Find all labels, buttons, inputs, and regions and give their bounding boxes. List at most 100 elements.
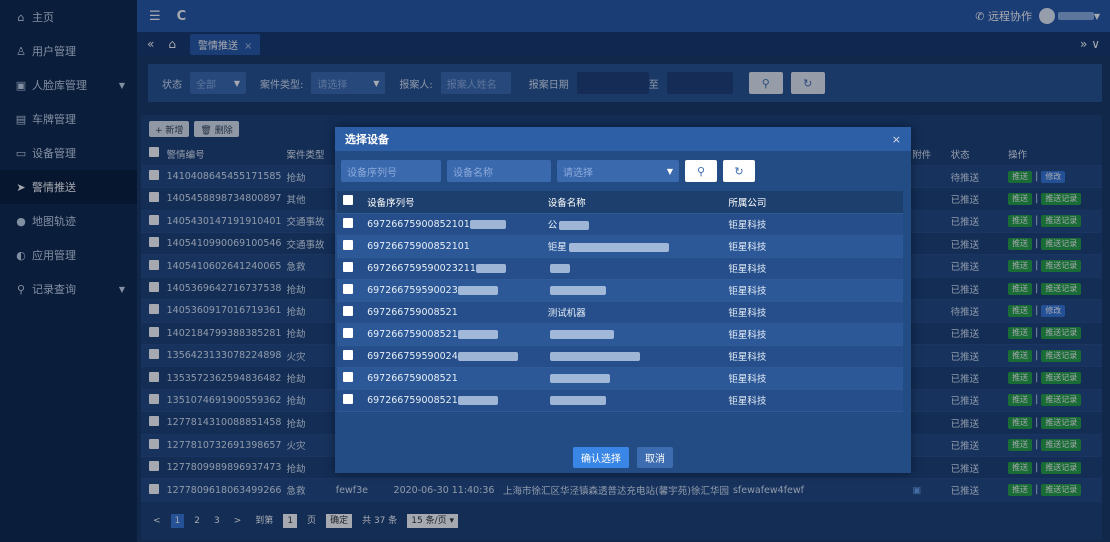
- redacted-text: [457, 329, 498, 339]
- dialog-title: 选择设备: [345, 133, 389, 146]
- checkbox[interactable]: [343, 283, 353, 294]
- checkbox[interactable]: [343, 305, 353, 316]
- device-name-cell: [541, 279, 723, 302]
- device-serial-cell: 697266759590024: [361, 345, 542, 368]
- device-name-cell: 钜星: [541, 235, 723, 258]
- redacted-text: [549, 351, 640, 361]
- checkbox[interactable]: [343, 239, 353, 250]
- device-name-cell: [541, 257, 723, 280]
- device-company-cell: 钜星科技: [722, 257, 903, 280]
- device-serial-cell: 697266759008521: [361, 323, 542, 346]
- checkbox[interactable]: [343, 393, 353, 404]
- cancel-button[interactable]: 取消: [637, 446, 673, 468]
- device-serial: 697266759008521: [367, 306, 458, 318]
- redacted-text: [457, 395, 498, 405]
- device-company-cell: 钜星科技: [722, 213, 903, 236]
- redacted-text: [559, 221, 590, 230]
- dialog-reset-button[interactable]: ↻: [723, 160, 755, 182]
- device-company-cell: 钜星科技: [722, 367, 903, 390]
- redacted-text: [457, 285, 498, 295]
- device-serial-cell: 697266759590023211: [361, 257, 542, 280]
- device-row[interactable]: 697266759008521 钜星科技: [337, 367, 903, 390]
- device-serial: 69726675900852101: [367, 218, 470, 230]
- device-serial-cell: 697266759008521: [361, 301, 542, 324]
- device-name-cell: [541, 367, 723, 390]
- device-serial: 697266759590023211: [367, 262, 476, 274]
- device-row[interactable]: 697266759008521 测试机器 钜星科技: [337, 301, 903, 324]
- device-serial: 697266759590024: [367, 350, 458, 362]
- redacted-text: [549, 329, 614, 339]
- redacted-text: [475, 263, 506, 273]
- device-name: 钜星: [547, 242, 567, 253]
- company-select[interactable]: 请选择 ▼: [557, 160, 679, 182]
- device-checkbox-cell[interactable]: [337, 213, 362, 236]
- checkbox[interactable]: [343, 327, 353, 338]
- device-name-cell: [541, 389, 723, 412]
- device-checkbox-cell[interactable]: [337, 389, 362, 412]
- chevron-down-icon: ▼: [666, 166, 673, 176]
- device-row[interactable]: 697266759008521 钜星科技: [337, 323, 903, 346]
- redacted-text: [549, 285, 606, 295]
- device-column-header: 设备序列号: [361, 191, 542, 214]
- device-serial-cell: 697266759008521: [361, 389, 542, 412]
- device-name-cell: [541, 345, 723, 368]
- device-column-header: 设备名称: [541, 191, 723, 214]
- device-serial: 697266759008521: [367, 372, 458, 384]
- device-serial: 697266759008521: [367, 328, 458, 340]
- device-row[interactable]: 69726675900852101 钜星 钜星科技: [337, 235, 903, 258]
- device-name-cell: 测试机器: [541, 301, 723, 324]
- company-select-value: 请选择: [563, 167, 593, 179]
- checkbox[interactable]: [343, 349, 353, 360]
- device-serial: 697266759590023: [367, 284, 458, 296]
- redacted-text: [457, 351, 518, 361]
- dialog-footer: 确认选择 取消: [335, 441, 911, 473]
- device-company-cell: 钜星科技: [722, 345, 903, 368]
- device-checkbox-cell[interactable]: [337, 367, 362, 390]
- select-device-dialog: 选择设备 × 设备序列号 设备名称 请选择 ▼ ⚲ ↻ 设备序列号 设备名称 所属公司…: [335, 127, 911, 473]
- serial-input[interactable]: 设备序列号: [341, 160, 441, 182]
- device-row[interactable]: 69726675900852101 公 钜星科技: [337, 213, 903, 236]
- device-company-cell: 钜星科技: [722, 389, 903, 412]
- device-company-cell: 钜星科技: [722, 301, 903, 324]
- device-checkbox-cell[interactable]: [337, 345, 362, 368]
- dialog-header: 选择设备 ×: [335, 127, 911, 151]
- device-name: 测试机器: [547, 308, 586, 319]
- device-checkbox-cell[interactable]: [337, 257, 362, 280]
- dialog-search-bar: 设备序列号 设备名称 请选择 ▼ ⚲ ↻: [335, 151, 911, 191]
- redacted-text: [568, 243, 669, 252]
- checkbox[interactable]: [343, 371, 353, 382]
- checkbox[interactable]: [343, 195, 353, 206]
- device-company-cell: 钜星科技: [722, 235, 903, 258]
- redacted-text: [549, 395, 606, 405]
- device-serial-cell: 69726675900852101: [361, 235, 542, 258]
- close-icon[interactable]: ×: [892, 133, 901, 146]
- device-row[interactable]: 697266759590023 钜星科技: [337, 279, 903, 302]
- device-column-header: 所属公司: [722, 191, 903, 214]
- device-table: 设备序列号 设备名称 所属公司 69726675900852101 公钜星科技 6972…: [337, 191, 903, 412]
- checkbox[interactable]: [343, 217, 353, 228]
- device-checkbox-cell[interactable]: [337, 235, 362, 258]
- device-serial: 697266759008521: [367, 394, 458, 406]
- redacted-text: [469, 219, 506, 229]
- device-row[interactable]: 697266759590023211 钜星科技: [337, 257, 903, 280]
- device-name: 公: [547, 220, 558, 231]
- device-serial: 69726675900852101: [367, 240, 470, 252]
- device-serial-cell: 697266759008521: [361, 367, 542, 390]
- device-checkbox-cell[interactable]: [337, 301, 362, 324]
- redacted-text: [549, 373, 610, 383]
- confirm-select-button[interactable]: 确认选择: [573, 446, 629, 468]
- device-serial-cell: 697266759590023: [361, 279, 542, 302]
- device-name-cell: 公: [541, 213, 723, 236]
- device-name-cell: [541, 323, 723, 346]
- redacted-text: [549, 263, 570, 273]
- dialog-search-button[interactable]: ⚲: [685, 160, 717, 182]
- device-row[interactable]: 697266759590024 钜星科技: [337, 345, 903, 368]
- device-checkbox-cell[interactable]: [337, 323, 362, 346]
- device-row[interactable]: 697266759008521 钜星科技: [337, 389, 903, 412]
- device-checkbox-cell[interactable]: [337, 279, 362, 302]
- device-serial-cell: 69726675900852101: [361, 213, 542, 236]
- checkbox[interactable]: [343, 261, 353, 272]
- device-company-cell: 钜星科技: [722, 323, 903, 346]
- device-name-input[interactable]: 设备名称: [447, 160, 551, 182]
- select-all-devices-checkbox[interactable]: [337, 191, 362, 214]
